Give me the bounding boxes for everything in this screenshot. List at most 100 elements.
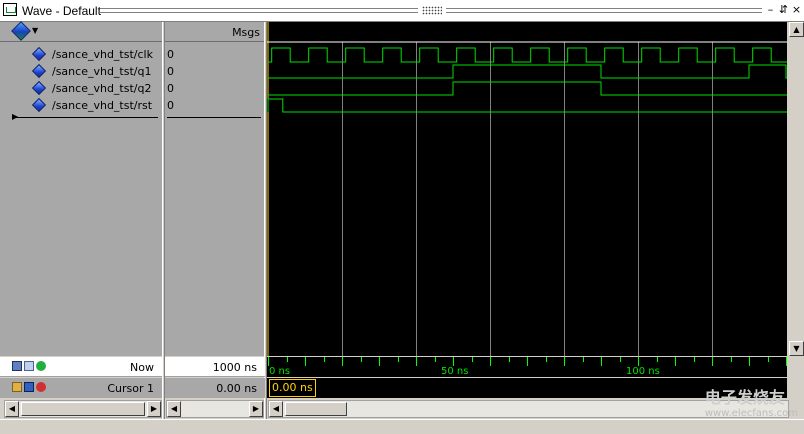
now-toolbar — [12, 361, 50, 373]
grid-lines — [342, 42, 713, 356]
ruler-tick — [416, 357, 417, 366]
now-value-row: 1000 ns — [165, 357, 265, 377]
scroll-up-icon[interactable]: ▲ — [789, 22, 804, 37]
signal-row-q1[interactable]: /sance_vhd_tst/q1 — [0, 63, 162, 80]
scroll-left-icon[interactable]: ◀ — [5, 401, 19, 417]
ruler-tick — [472, 357, 473, 362]
signal-icon — [31, 46, 47, 62]
ruler-tick — [694, 357, 695, 362]
cursor-label: Cursor 1 — [107, 382, 154, 395]
watermark-main: 电子发烧友 — [704, 388, 785, 407]
cursor-icon[interactable] — [12, 361, 22, 371]
add-cursor-icon[interactable] — [36, 361, 46, 371]
lock-icon[interactable] — [12, 382, 22, 392]
ruler-tick — [379, 357, 380, 366]
time-ruler[interactable]: 0 ns 50 ns 100 ns — [267, 357, 787, 377]
wave-rst[interactable] — [267, 98, 787, 113]
signal-value: 0 — [167, 48, 174, 61]
time-label: 0 ns — [269, 366, 291, 377]
time-label: 100 ns — [626, 366, 660, 377]
waveform-canvas[interactable] — [267, 22, 787, 356]
cursor-value: 0.00 ns — [216, 382, 257, 395]
cursor-toolbar — [12, 382, 50, 394]
now-value: 1000 ns — [212, 361, 257, 374]
ruler-tick — [731, 357, 732, 362]
scroll-right-icon[interactable]: ▶ — [147, 401, 161, 417]
ruler-tick — [398, 357, 399, 362]
wave-window-icon — [3, 3, 17, 16]
wave-scroll-thumb[interactable] — [285, 402, 347, 416]
signal-names-pane: ▼ /sance_vhd_tst/clk /sance_vhd_tst/q1 /… — [0, 21, 162, 356]
now-row: Now — [0, 357, 162, 377]
value-cell-q2: 0 — [167, 80, 265, 97]
title-grip-left[interactable] — [100, 7, 418, 14]
ruler-tick — [342, 357, 343, 366]
signal-row-clk[interactable]: /sance_vhd_tst/clk — [0, 46, 162, 63]
signal-values-pane: Msgs 0 0 0 0 — [165, 22, 265, 356]
names-scroll-thumb[interactable] — [21, 402, 145, 416]
signal-icon — [31, 80, 47, 96]
minimize-icon[interactable]: – — [765, 4, 776, 15]
now-label: Now — [130, 361, 154, 374]
window-icon[interactable] — [24, 361, 34, 371]
ruler-tick — [712, 357, 713, 366]
ruler-tick — [435, 357, 436, 362]
ruler-tick — [638, 357, 639, 366]
msgs-label: Msgs — [232, 26, 260, 39]
wave-window: Wave - Default – ⇵ × ▼ /sance_vhd_tst/cl… — [0, 0, 804, 434]
ruler-tick — [675, 357, 676, 366]
wave-clk[interactable] — [268, 47, 787, 63]
ruler-tick — [453, 357, 454, 366]
ruler-tick — [620, 357, 621, 362]
ruler-tick — [546, 357, 547, 362]
signal-name: /sance_vhd_tst/clk — [52, 48, 153, 61]
signal-icon — [31, 97, 47, 113]
restore-icon[interactable]: ⇵ — [778, 4, 789, 15]
signal-value: 0 — [167, 99, 174, 112]
signal-icon — [31, 63, 47, 79]
signal-name: /sance_vhd_tst/rst — [52, 99, 153, 112]
signal-name: /sance_vhd_tst/q1 — [52, 65, 152, 78]
add-wave-icon[interactable] — [11, 21, 31, 41]
remove-cursor-icon[interactable] — [36, 382, 46, 392]
scroll-left-icon[interactable]: ◀ — [167, 401, 181, 417]
ruler-tick — [657, 357, 658, 362]
ruler-tick — [305, 357, 306, 366]
drag-handle-icon[interactable] — [422, 6, 442, 15]
title-bar: Wave - Default – ⇵ × — [0, 0, 804, 22]
scroll-down-icon[interactable]: ▼ — [789, 341, 804, 356]
ruler-tick — [768, 357, 769, 362]
waveform-pane[interactable] — [267, 22, 787, 356]
watermark: 电子发烧友 www.elecfans.com — [705, 384, 798, 419]
scroll-right-icon[interactable]: ▶ — [249, 401, 263, 417]
insertion-line — [14, 117, 158, 118]
footer-values: 1000 ns 0.00 ns — [165, 356, 265, 400]
vertical-scrollbar[interactable]: ▲ ▼ — [789, 22, 804, 356]
ruler-tick — [287, 357, 288, 362]
close-icon[interactable]: × — [791, 4, 802, 15]
values-header: Msgs — [165, 22, 265, 42]
wave-q1[interactable] — [268, 64, 787, 79]
ruler-tick — [268, 357, 269, 366]
cursor-value-row: 0.00 ns — [165, 378, 265, 398]
ruler-tick — [324, 357, 325, 362]
ruler-tick — [527, 357, 528, 366]
ruler-tick — [361, 357, 362, 362]
chevron-down-icon[interactable]: ▼ — [32, 26, 38, 35]
ruler-tick — [601, 357, 602, 366]
ruler-tick — [564, 357, 565, 366]
signal-row-q2[interactable]: /sance_vhd_tst/q2 — [0, 80, 162, 97]
title-grip-right[interactable] — [446, 7, 762, 14]
names-hscrollbar[interactable]: ◀ ▶ — [4, 400, 162, 418]
values-hscrollbar[interactable]: ◀ ▶ — [166, 400, 264, 418]
wave-q2[interactable] — [268, 81, 787, 96]
value-cell-rst: 0 — [167, 97, 265, 114]
signal-row-rst[interactable]: /sance_vhd_tst/rst — [0, 97, 162, 114]
ruler-tick — [490, 357, 491, 366]
ruler-tick — [509, 357, 510, 362]
scroll-left-icon[interactable]: ◀ — [269, 401, 283, 417]
edit-cursor-icon[interactable] — [24, 382, 34, 392]
watermark-sub: www.elecfans.com — [704, 408, 798, 419]
cursor-marker[interactable]: 0.00 ns — [269, 379, 316, 397]
status-bar — [0, 419, 804, 434]
